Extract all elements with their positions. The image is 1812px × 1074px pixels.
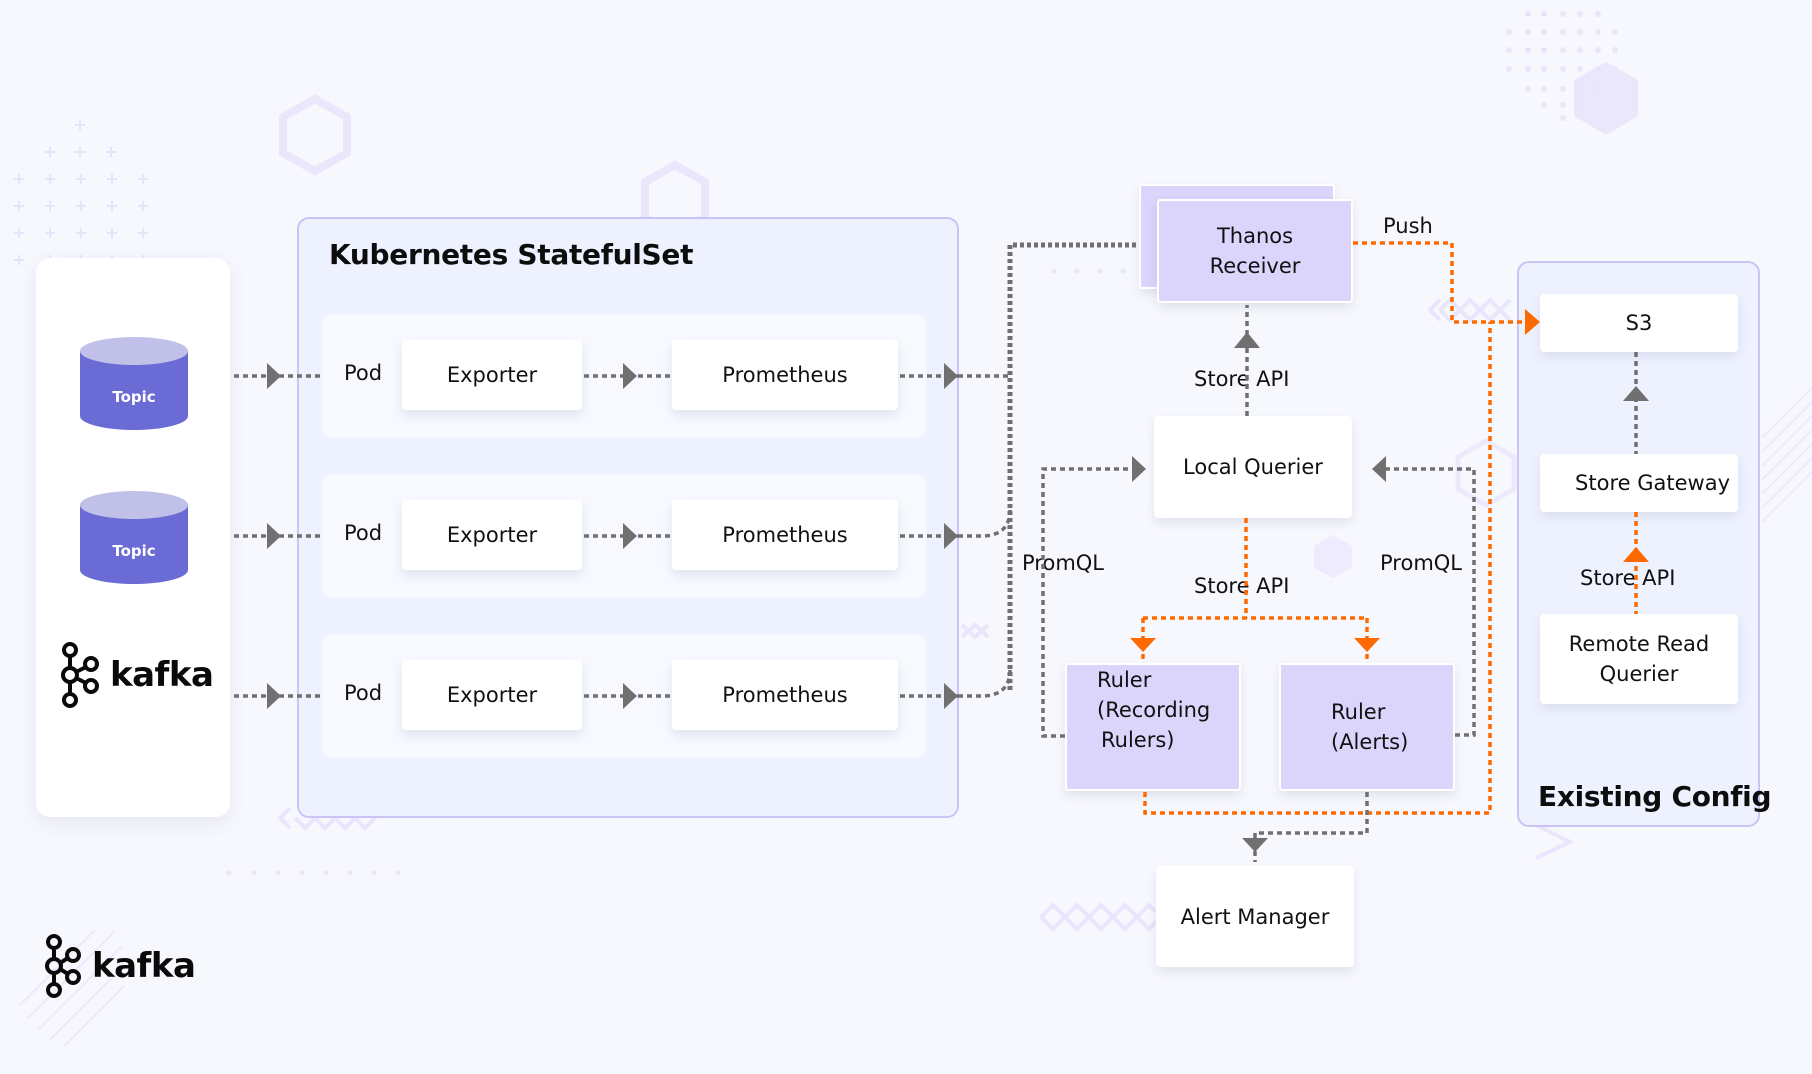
arrow-up-icon	[1234, 332, 1260, 348]
receiver-ingest-connector	[1007, 242, 1139, 690]
arrow-right-icon	[267, 523, 281, 549]
arrow-right-icon	[1525, 309, 1540, 335]
push-receiver-to-s3	[1353, 241, 1525, 324]
arrow-right-icon	[623, 363, 637, 389]
arrow-right-icon	[944, 523, 958, 549]
arrow-down-icon	[1354, 638, 1380, 652]
pod2-to-receiver-curve	[958, 509, 1012, 538]
promql-alerts-to-querier	[1384, 467, 1476, 737]
arrow-right-icon	[623, 523, 637, 549]
arrow-up-icon	[1623, 386, 1649, 401]
rulers-to-s3-orange	[1143, 322, 1492, 815]
store-api-querier-to-rulers	[1141, 518, 1369, 660]
alerts-to-alertmanager	[1253, 792, 1369, 862]
arrow-right-icon	[944, 683, 958, 709]
promql-recording-to-querier	[1041, 467, 1134, 738]
arrow-right-icon	[944, 363, 958, 389]
arrow-right-icon	[267, 683, 281, 709]
arrow-right-icon	[267, 363, 281, 389]
arrow-up-icon	[1623, 547, 1649, 562]
connector-layer: .g { fill:none; stroke:#707070; stroke-w…	[234, 241, 1649, 862]
arrow-down-icon	[1242, 838, 1268, 852]
arrow-right-icon	[1132, 456, 1146, 482]
pod3-to-receiver-curve	[958, 669, 1012, 698]
arrow-right-icon	[623, 683, 637, 709]
arrow-left-icon	[1372, 456, 1386, 482]
arrow-down-icon	[1130, 638, 1156, 652]
